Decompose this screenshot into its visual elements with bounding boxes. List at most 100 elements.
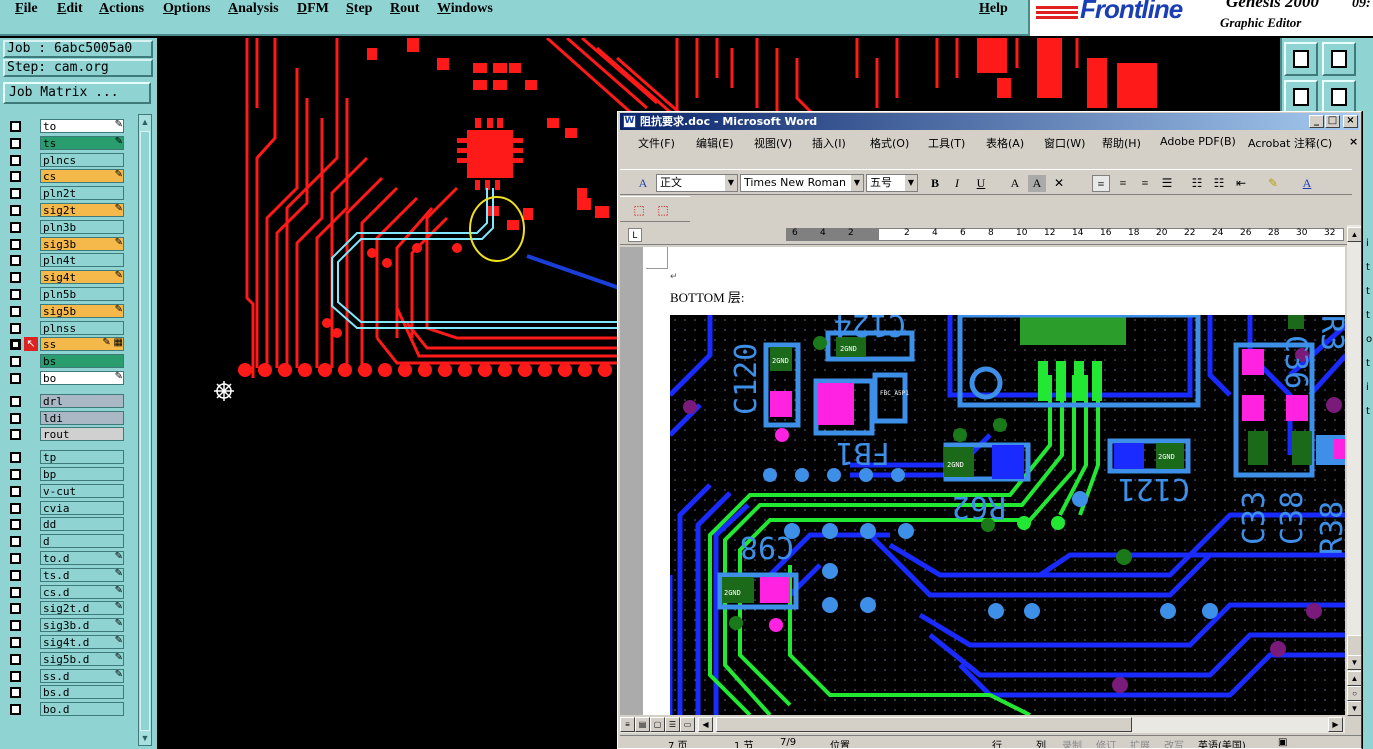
layer-name[interactable]: sig4t: [40, 270, 124, 285]
close-doc-icon[interactable]: ×: [1349, 135, 1358, 148]
prev-page-icon[interactable]: ▲: [1347, 671, 1361, 686]
bullets-button[interactable]: ☷: [1210, 175, 1228, 192]
spelling-status-icon[interactable]: ▣: [1278, 737, 1287, 748]
layer-name[interactable]: to: [40, 119, 124, 133]
pdf-mail-icon[interactable]: ⬚: [654, 202, 672, 219]
layer-name[interactable]: sig3b.d: [40, 618, 124, 633]
status-trk[interactable]: 修订: [1096, 737, 1116, 748]
layer-row-cvia[interactable]: cvia: [4, 500, 126, 515]
layer-row-plnss[interactable]: plnss: [4, 320, 126, 335]
style-select[interactable]: 正文 ▼: [656, 174, 738, 192]
layer-checkbox[interactable]: [10, 121, 21, 132]
scroll-down-icon[interactable]: ▼: [1347, 655, 1361, 670]
layer-name[interactable]: bo.d: [40, 702, 124, 717]
layer-checkbox[interactable]: [10, 395, 21, 407]
italic-button[interactable]: I: [948, 175, 966, 192]
tab-selector[interactable]: L: [628, 228, 642, 242]
layer-checkbox[interactable]: [10, 429, 21, 441]
tool-button-2[interactable]: [1322, 42, 1356, 76]
layer-checkbox[interactable]: [10, 502, 21, 514]
layer-row-sig5b-d[interactable]: sig5b.d ✎: [4, 651, 126, 666]
layer-row-bs[interactable]: bs: [4, 353, 126, 369]
convert-pdf-icon[interactable]: ⬚: [630, 202, 648, 219]
layer-row-d[interactable]: d: [4, 533, 126, 549]
horizontal-scrollbar[interactable]: ≡ ▤ ▢ ☰ ▭ ◀ ▶: [620, 717, 1345, 733]
layer-name[interactable]: dd: [40, 517, 124, 532]
scroll-down-icon[interactable]: ▼: [139, 731, 151, 745]
layer-checkbox[interactable]: [10, 289, 21, 300]
indent-button[interactable]: ⇤: [1232, 175, 1250, 192]
scroll-right-icon[interactable]: ▶: [1328, 717, 1343, 732]
scroll-up-icon[interactable]: ▲: [1347, 227, 1361, 242]
layer-row-ts[interactable]: ts ✎: [4, 135, 126, 150]
layer-name[interactable]: sig5b: [40, 303, 124, 318]
chevron-down-icon[interactable]: ▼: [905, 175, 917, 191]
layer-row-ss-d[interactable]: ss.d ✎: [4, 668, 126, 683]
layer-checkbox[interactable]: [10, 188, 21, 200]
layer-row-sig3b[interactable]: sig3b ✎: [4, 236, 126, 251]
layer-checkbox[interactable]: [10, 536, 21, 548]
underline-button[interactable]: U: [972, 175, 990, 192]
word-menu-format[interactable]: 格式(O): [870, 135, 909, 151]
layer-row-sig2t[interactable]: sig2t ✎: [4, 202, 126, 217]
word-menu-edit[interactable]: 编辑(E): [696, 135, 734, 151]
layer-row-sig4t-d[interactable]: sig4t.d ✎: [4, 634, 126, 649]
word-window[interactable]: W 阻抗要求.doc - Microsoft Word _ □ × 文件(F) …: [617, 111, 1362, 749]
align-center-button[interactable]: ≡: [1114, 175, 1132, 192]
word-menu-window[interactable]: 窗口(W): [1044, 135, 1085, 151]
select-browse-icon[interactable]: ○: [1347, 686, 1361, 701]
layer-checkbox[interactable]: [10, 137, 21, 149]
tool-button-4[interactable]: [1322, 80, 1356, 114]
word-menu-table[interactable]: 表格(A): [986, 135, 1024, 151]
layer-name[interactable]: bp: [40, 467, 124, 481]
layer-name[interactable]: cs.d: [40, 584, 124, 599]
layer-name[interactable]: bo: [40, 371, 124, 385]
layer-checkbox[interactable]: [10, 603, 21, 615]
layer-name[interactable]: cvia: [40, 500, 124, 515]
layer-name[interactable]: sig2t: [40, 203, 124, 217]
layer-name[interactable]: pln3b: [40, 219, 124, 234]
layer-row-bo-d[interactable]: bo.d: [4, 701, 126, 717]
layer-checkbox[interactable]: [10, 373, 21, 384]
layer-row-plncs[interactable]: plncs: [4, 152, 126, 167]
layer-name[interactable]: ss.d: [40, 668, 124, 683]
layer-row-cs-d[interactable]: cs.d ✎: [4, 584, 126, 599]
document-area[interactable]: ↵ BOTTOM 层: 2GND 2GND 2GND 2GND 2GND FBC…: [620, 247, 1345, 715]
word-menu-adobe-pdf[interactable]: Adobe PDF(B): [1160, 135, 1236, 148]
font-select[interactable]: Times New Roman ▼: [740, 174, 864, 192]
layer-name[interactable]: d: [40, 534, 124, 549]
menu-step[interactable]: Step: [346, 1, 372, 17]
layer-checkbox[interactable]: [10, 322, 21, 334]
layer-row-bp[interactable]: bp: [4, 466, 126, 481]
align-justify-button[interactable]: ≡: [1092, 175, 1110, 192]
menu-actions[interactable]: Actions: [99, 1, 144, 17]
styles-pane-icon[interactable]: A: [634, 175, 652, 192]
web-view-icon[interactable]: ▤: [635, 717, 650, 732]
layer-checkbox[interactable]: [10, 412, 21, 424]
layer-row-bs-d[interactable]: bs.d: [4, 684, 126, 700]
chevron-down-icon[interactable]: ▼: [851, 175, 863, 191]
tool-button-3[interactable]: [1284, 80, 1318, 114]
layer-row-cs[interactable]: cs ✎: [4, 168, 126, 184]
char-border-icon[interactable]: A: [1006, 175, 1024, 192]
highlight-icon[interactable]: ✎: [1264, 175, 1282, 192]
layer-name[interactable]: pln5b: [40, 287, 124, 301]
word-menu-file[interactable]: 文件(F): [638, 135, 675, 151]
embedded-pcb-image[interactable]: 2GND 2GND 2GND 2GND 2GND FBC_A5P1 C120 C…: [670, 315, 1345, 715]
layer-name[interactable]: sig5b.d: [40, 651, 124, 666]
job-matrix-button[interactable]: Job Matrix ...: [3, 82, 151, 104]
menu-rout[interactable]: Rout: [390, 1, 420, 17]
layer-name[interactable]: bs.d: [40, 685, 124, 700]
word-menu-view[interactable]: 视图(V): [754, 135, 792, 151]
vertical-scrollbar[interactable]: ▲ ▼ ▲ ○ ▼: [1347, 225, 1361, 716]
bold-button[interactable]: B: [926, 175, 944, 192]
layer-row-pln3b[interactable]: pln3b: [4, 219, 126, 234]
menu-options[interactable]: Options: [163, 1, 210, 17]
menu-windows[interactable]: Windows: [437, 1, 493, 17]
numbering-button[interactable]: ☷: [1188, 175, 1206, 192]
layer-row-to[interactable]: to ✎: [4, 118, 126, 133]
chevron-down-icon[interactable]: ▼: [725, 175, 737, 191]
layer-name[interactable]: pln2t: [40, 186, 124, 201]
minimize-button[interactable]: _: [1309, 115, 1324, 128]
menu-edit[interactable]: Edit: [57, 1, 83, 17]
